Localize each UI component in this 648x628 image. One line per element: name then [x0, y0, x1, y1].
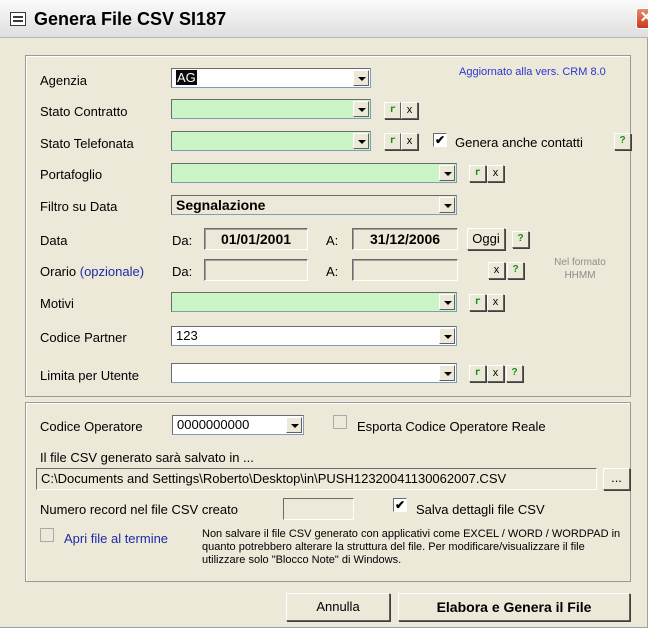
oggi-button[interactable]: Oggi [467, 228, 505, 250]
chevron-down-icon[interactable] [353, 70, 369, 86]
filtro-data-value: Segnalazione [176, 197, 266, 213]
csv-warning-text: Non salvare il file CSV generato con app… [202, 528, 621, 566]
data-da-field[interactable]: 01/01/2001 [204, 228, 308, 250]
chevron-down-icon[interactable] [439, 165, 455, 181]
limita-utente-reset-button[interactable]: r [469, 365, 486, 382]
stato-contratto-reset-button[interactable]: r [384, 102, 401, 119]
limita-utente-help-button[interactable]: ? [506, 365, 523, 382]
codice-operatore-combo[interactable]: 0000000000 [172, 415, 304, 435]
orario-a-field[interactable] [352, 259, 458, 281]
stato-contratto-clear-button[interactable]: x [401, 102, 418, 119]
data-a-label: A: [326, 233, 339, 248]
portafoglio-reset-button[interactable]: r [469, 165, 486, 182]
chevron-down-icon[interactable] [286, 417, 302, 433]
stato-telefonata-reset-button[interactable]: r [384, 133, 401, 150]
motivi-label: Motivi [40, 296, 74, 311]
window-title: Genera File CSV SI187 [34, 9, 227, 29]
orario-a-label: A: [326, 264, 339, 279]
chevron-down-icon[interactable] [439, 328, 455, 344]
title-bar[interactable]: Genera File CSV SI187 ✕ [0, 0, 648, 38]
stato-telefonata-clear-button[interactable]: x [401, 133, 418, 150]
annulla-button[interactable]: Annulla [286, 593, 390, 621]
formato-note: Nel formato HHMM [554, 257, 606, 281]
orario-clear-button[interactable]: x [488, 262, 505, 279]
genera-contatti-help-button[interactable]: ? [614, 133, 631, 150]
data-da-label: Da: [172, 233, 193, 248]
esporta-reale-checkbox[interactable] [333, 415, 347, 429]
genera-contatti-label: Genera anche contatti [455, 135, 583, 150]
esporta-reale-label: Esporta Codice Operatore Reale [357, 419, 546, 434]
chevron-down-icon[interactable] [439, 197, 455, 213]
elabora-button[interactable]: Elabora e Genera il File [398, 593, 630, 621]
stato-contratto-label: Stato Contratto [40, 104, 128, 119]
output-path-field[interactable]: C:\Documents and Settings\Roberto\Deskto… [36, 468, 597, 490]
portafoglio-combo[interactable] [171, 163, 457, 183]
apri-file-checkbox[interactable] [40, 528, 54, 542]
chevron-down-icon[interactable] [439, 294, 455, 310]
saved-in-label: Il file CSV generato sarà salvato in ... [40, 450, 254, 465]
codice-operatore-label: Codice Operatore [40, 419, 143, 434]
data-a-field[interactable]: 31/12/2006 [352, 228, 458, 250]
filtro-data-label: Filtro su Data [40, 199, 118, 214]
data-help-button[interactable]: ? [512, 231, 529, 248]
agenzia-combo[interactable]: AG [171, 68, 371, 88]
limita-utente-label: Limita per Utente [40, 368, 139, 383]
codice-partner-label: Codice Partner [40, 330, 127, 345]
orario-da-label: Da: [172, 264, 193, 279]
codice-partner-value: 123 [176, 328, 198, 343]
stato-telefonata-combo[interactable] [171, 131, 371, 151]
record-count-field [283, 498, 354, 520]
apri-file-label: Apri file al termine [64, 531, 169, 546]
record-count-label: Numero record nel file CSV creato [40, 502, 238, 517]
agenzia-value: AG [176, 70, 197, 85]
orario-label-text: Orario [40, 264, 77, 279]
codice-operatore-value: 0000000000 [177, 417, 250, 432]
browse-button[interactable]: ... [603, 468, 630, 490]
orario-label: Orario (opzionale) [40, 264, 144, 279]
chevron-down-icon[interactable] [439, 365, 455, 381]
orario-optional-label: (opzionale) [79, 264, 145, 279]
chevron-down-icon[interactable] [353, 101, 369, 117]
codice-partner-combo[interactable]: 123 [171, 326, 457, 346]
genera-contatti-checkbox[interactable]: ✔ [433, 133, 447, 147]
motivi-combo[interactable] [171, 292, 457, 312]
salva-dettagli-label: Salva dettagli file CSV [416, 502, 545, 517]
orario-da-field[interactable] [204, 259, 308, 281]
form-icon [10, 12, 26, 26]
stato-contratto-combo[interactable] [171, 99, 371, 119]
agenzia-label: Agenzia [40, 73, 87, 88]
orario-help-button[interactable]: ? [507, 262, 524, 279]
motivi-clear-button[interactable]: x [487, 294, 504, 311]
filtro-data-combo[interactable]: Segnalazione [171, 195, 457, 215]
csv-export-dialog: Genera File CSV SI187 ✕ Aggiornato alla … [0, 0, 648, 628]
stato-telefonata-label: Stato Telefonata [40, 136, 134, 151]
limita-utente-combo[interactable] [171, 363, 457, 383]
version-note: Aggiornato alla vers. CRM 8.0 [459, 66, 606, 78]
salva-dettagli-checkbox[interactable]: ✔ [393, 498, 407, 512]
limita-utente-clear-button[interactable]: x [487, 365, 504, 382]
portafoglio-clear-button[interactable]: x [487, 165, 504, 182]
motivi-reset-button[interactable]: r [469, 294, 486, 311]
chevron-down-icon[interactable] [353, 133, 369, 149]
close-button[interactable]: ✕ [636, 8, 648, 29]
portafoglio-label: Portafoglio [40, 167, 103, 182]
data-label: Data [40, 233, 68, 248]
